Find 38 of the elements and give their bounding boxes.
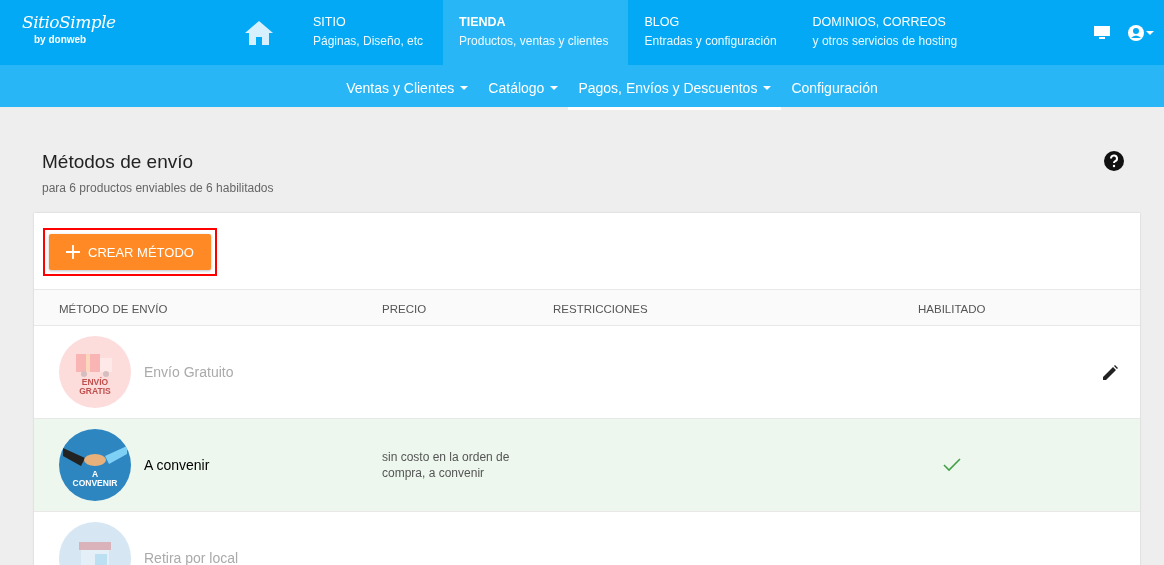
method-name: Envío Gratuito (144, 364, 234, 380)
column-header: HABILITADO (918, 302, 986, 315)
sub-nav-label: Ventas y Clientes (346, 79, 455, 96)
column-header: RESTRICCIONES (553, 302, 648, 315)
sub-nav-tab[interactable]: Catálogo (478, 65, 569, 110)
sub-nav-tab[interactable]: Pagos, Envíos y Descuentos (568, 65, 782, 110)
price-text: sin costo en la orden de compra, a convenir (382, 449, 511, 481)
badge-text: ENVÍO GRATIS (78, 378, 112, 396)
create-method-button[interactable]: CREAR MÉTODO (49, 234, 211, 270)
main-nav-tab[interactable]: SITIO Páginas, Diseño, etc (297, 0, 444, 65)
logo-name: SitioSimple (22, 12, 117, 32)
shipping-method-row[interactable]: Retira por local (34, 511, 1140, 565)
main-nav-tab[interactable]: TIENDA Productos, ventas y clientes (443, 0, 629, 65)
main-nav-tab[interactable]: DOMINIOS, CORREOS y otros servicios de hosting (796, 0, 978, 65)
edit-pencil-icon[interactable] (1103, 364, 1118, 380)
help-icon[interactable] (1104, 151, 1124, 171)
column-header: PRECIO (382, 302, 427, 315)
home-icon[interactable] (244, 20, 273, 45)
main-nav-tab[interactable]: BLOG Entradas y configuración (628, 0, 797, 65)
logo[interactable]: SitioSimple by donweb (0, 0, 220, 65)
page-title: Métodos de envío (42, 151, 195, 173)
method-name: A convenir (144, 457, 210, 473)
account-menu-icon[interactable] (1128, 24, 1154, 41)
sub-nav-label: Configuración (791, 79, 878, 96)
sub-nav-tab[interactable]: Configuración (781, 65, 888, 110)
sub-nav-label: Pagos, Envíos y Descuentos (578, 79, 758, 96)
method-name: Retira por local (144, 550, 239, 565)
sub-nav-label: Catálogo (488, 79, 545, 96)
plus-icon (66, 245, 80, 259)
page-subtitle: para 6 productos enviables de 6 habilitados (42, 181, 274, 195)
shipping-method-row[interactable]: A CONVENIR A convenir sin costo en la orden de compra, a convenir (34, 418, 1140, 511)
check-icon (943, 458, 961, 472)
monitor-icon[interactable] (1094, 25, 1110, 40)
logo-tagline: by donweb (34, 34, 88, 45)
sub-nav-tab[interactable]: Ventas y Clientes (336, 65, 479, 110)
badge-text: A CONVENIR (71, 470, 119, 488)
column-header: MÉTODO DE ENVÍO (59, 302, 168, 315)
shipping-method-row[interactable]: ENVÍO GRATIS Envío Gratuito (34, 325, 1140, 418)
